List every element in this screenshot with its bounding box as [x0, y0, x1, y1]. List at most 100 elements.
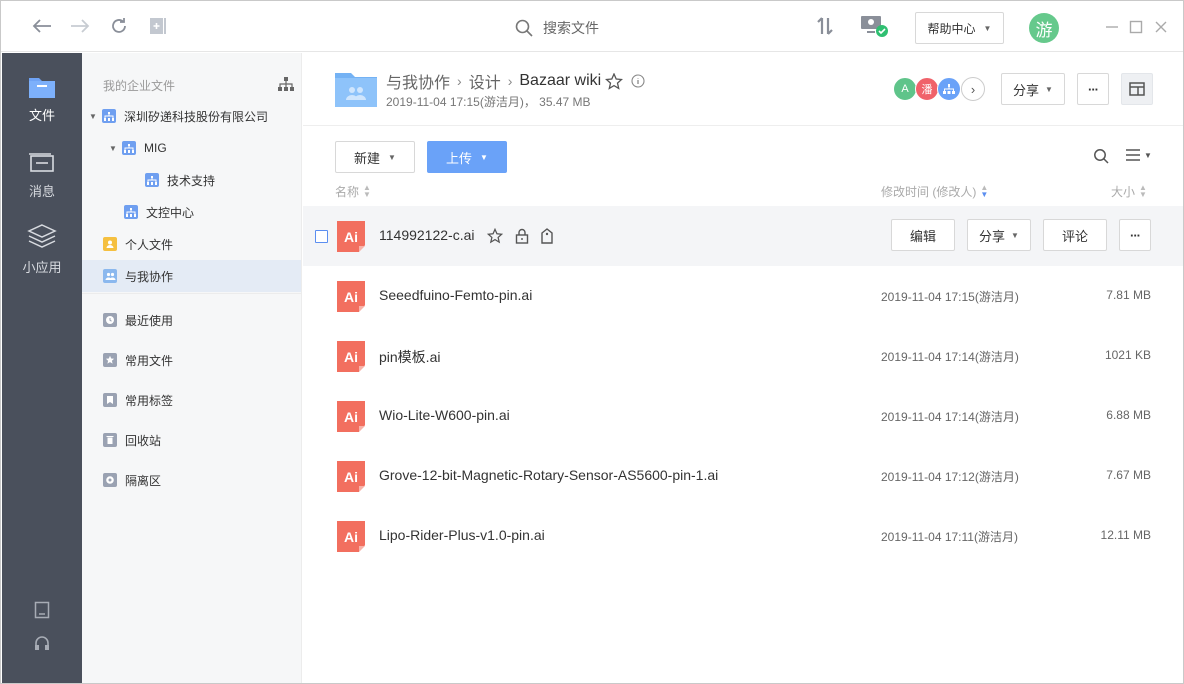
file-fold — [359, 366, 365, 372]
rail-item-messages[interactable]: 消息 — [2, 151, 82, 200]
refresh-icon[interactable] — [108, 15, 130, 37]
personal-folder-icon — [103, 237, 117, 251]
table-row[interactable]: Ai Seeedfuino-Femto-pin.ai 2019-11-04 17… — [303, 266, 1183, 326]
back-arrow-icon[interactable] — [31, 15, 53, 37]
file-name[interactable]: Wio-Lite-W600-pin.ai — [379, 407, 510, 423]
chevron-down-icon: ▼ — [1045, 84, 1053, 94]
more-icon: ··· — [1088, 81, 1099, 97]
caret-down-icon[interactable]: ▼ — [88, 112, 98, 121]
sort-icon: ▲ ▼ — [1139, 183, 1147, 199]
folder-icon — [29, 78, 55, 98]
tree-label-doc-center: 文控中心 — [146, 205, 195, 220]
star-outline-icon[interactable] — [605, 72, 624, 90]
collaborator-avatar[interactable]: A — [893, 77, 917, 101]
table-row[interactable]: Ai Wio-Lite-W600-pin.ai 2019-11-04 17:14… — [303, 386, 1183, 446]
breadcrumb-mid[interactable]: 设计 — [469, 69, 501, 93]
org-icon — [122, 141, 136, 155]
tree-label-isolation: 隔离区 — [125, 473, 162, 488]
search-icon — [515, 19, 533, 37]
view-mode-dropdown[interactable]: ▼ — [1125, 148, 1152, 162]
new-window-icon[interactable] — [147, 15, 169, 37]
folder-meta: 2019-11-04 17:15(游洁月)， 35.47 MB — [386, 95, 591, 109]
row-more-button[interactable]: ··· — [1119, 219, 1151, 251]
row-checkbox[interactable] — [315, 230, 328, 243]
chevron-right-icon[interactable]: › — [961, 77, 985, 101]
org-icon — [102, 109, 116, 123]
caret-down-icon[interactable]: ▼ — [108, 144, 118, 153]
sort-icon: ▲ ▼ — [363, 183, 371, 199]
edit-button[interactable]: 编辑 — [891, 219, 955, 251]
headset-icon[interactable] — [2, 635, 82, 653]
file-name[interactable]: Seeedfuino-Femto-pin.ai — [379, 287, 532, 303]
tree-item-frequent[interactable]: 常用文件 — [82, 344, 301, 376]
maximize-icon[interactable] — [1128, 19, 1144, 35]
file-name[interactable]: 114992122-c.ai — [379, 227, 474, 243]
table-row[interactable]: Ai pin模板.ai 2019-11-04 17:14(游洁月) 1021 K… — [303, 326, 1183, 386]
info-icon[interactable] — [631, 74, 645, 88]
tree-item-recycle[interactable]: 回收站 — [82, 424, 301, 456]
tree-label-tech-support: 技术支持 — [167, 173, 216, 188]
column-header-name[interactable]: 名称 ▲ ▼ — [335, 183, 371, 200]
sort-icon: ▲ ▼ — [980, 183, 989, 199]
file-name[interactable]: Lipo-Rider-Plus-v1.0-pin.ai — [379, 527, 545, 543]
search-icon[interactable] — [1093, 148, 1109, 167]
new-label: 新建 — [354, 150, 381, 166]
more-options-button[interactable]: ··· — [1077, 73, 1109, 105]
tree-label-mig: MIG — [144, 141, 167, 155]
collaborators[interactable]: A 潘 › — [893, 77, 985, 101]
table-row[interactable]: Ai Lipo-Rider-Plus-v1.0-pin.ai 2019-11-0… — [303, 506, 1183, 566]
sync-status-icon[interactable] — [859, 15, 889, 37]
column-header-modified[interactable]: 修改时间 (修改人) ▲ ▼ — [881, 183, 988, 200]
tree-item-personal[interactable]: 个人文件 — [82, 228, 301, 260]
table-row[interactable]: Ai 114992122-c.ai 编辑 分享 ▼ 评论 ··· — [303, 206, 1183, 266]
tree-item-recent[interactable]: 最近使用 — [82, 304, 301, 336]
comment-button[interactable]: 评论 — [1043, 219, 1107, 251]
file-size: 12.11 MB — [1100, 528, 1151, 542]
quarantine-icon — [103, 473, 117, 487]
main-panel: 与我协作 › 设计 › Bazaar wiki 2019-11-04 17:15… — [303, 53, 1183, 683]
star-outline-icon[interactable] — [486, 227, 504, 247]
upload-label: 上传 — [446, 150, 473, 166]
org-chart-icon[interactable] — [278, 77, 294, 94]
file-size: 6.88 MB — [1106, 408, 1151, 422]
breadcrumb-root[interactable]: 与我协作 — [386, 69, 450, 93]
org-icon — [145, 173, 159, 187]
rail-item-apps[interactable]: 小应用 — [2, 223, 82, 276]
tree-item-tags[interactable]: 常用标签 — [82, 384, 301, 416]
new-button[interactable]: 新建 ▼ — [335, 141, 415, 173]
transfer-icon[interactable] — [814, 15, 836, 37]
column-header-size[interactable]: 大小 ▲ ▼ — [1111, 183, 1147, 200]
tree-item-shared[interactable]: 与我协作 — [82, 260, 301, 292]
file-name[interactable]: pin模板.ai — [379, 347, 440, 367]
tree-item-tech-support[interactable]: 技术支持 — [82, 164, 301, 196]
file-modified: 2019-11-04 17:14(游洁月) — [881, 350, 1019, 364]
tablet-icon[interactable] — [2, 601, 82, 619]
close-icon[interactable] — [1153, 19, 1169, 35]
tree-label-frequent: 常用文件 — [125, 353, 174, 368]
collaborator-avatar[interactable]: 潘 — [915, 77, 939, 101]
user-avatar[interactable]: 游 — [1029, 13, 1059, 43]
tree-item-isolation[interactable]: 隔离区 — [82, 464, 301, 496]
forward-arrow-icon[interactable] — [69, 15, 91, 37]
file-name[interactable]: Grove-12-bit-Magnetic-Rotary-Sensor-AS56… — [379, 467, 718, 483]
tag-icon — [103, 393, 117, 407]
row-share-button[interactable]: 分享 ▼ — [967, 219, 1031, 251]
minimize-icon[interactable] — [1104, 19, 1120, 35]
toggle-panel-button[interactable] — [1121, 73, 1153, 105]
lock-icon[interactable] — [515, 228, 529, 247]
tree-item-company[interactable]: ▼ 深圳矽递科技股份有限公司 — [82, 100, 301, 132]
search-bar[interactable]: 搜索文件 — [515, 17, 599, 39]
tree-item-mig[interactable]: ▼ MIG — [82, 132, 301, 164]
rail-item-files[interactable]: 文件 — [2, 75, 82, 124]
org-avatar-icon[interactable] — [937, 77, 961, 101]
tag-icon[interactable] — [541, 228, 553, 247]
upload-button[interactable]: 上传 ▼ — [427, 141, 507, 173]
file-fold — [359, 486, 365, 492]
tree-item-doc-center[interactable]: 文控中心 — [82, 196, 301, 228]
file-modified: 2019-11-04 17:15(游洁月) — [881, 290, 1019, 304]
file-modified: 2019-11-04 17:11(游洁月) — [881, 530, 1018, 544]
tree-label-recent: 最近使用 — [125, 313, 174, 328]
share-button[interactable]: 分享 ▼ — [1001, 73, 1065, 105]
help-center-dropdown[interactable]: 帮助中心 ▼ — [915, 12, 1004, 44]
table-row[interactable]: Ai Grove-12-bit-Magnetic-Rotary-Sensor-A… — [303, 446, 1183, 506]
